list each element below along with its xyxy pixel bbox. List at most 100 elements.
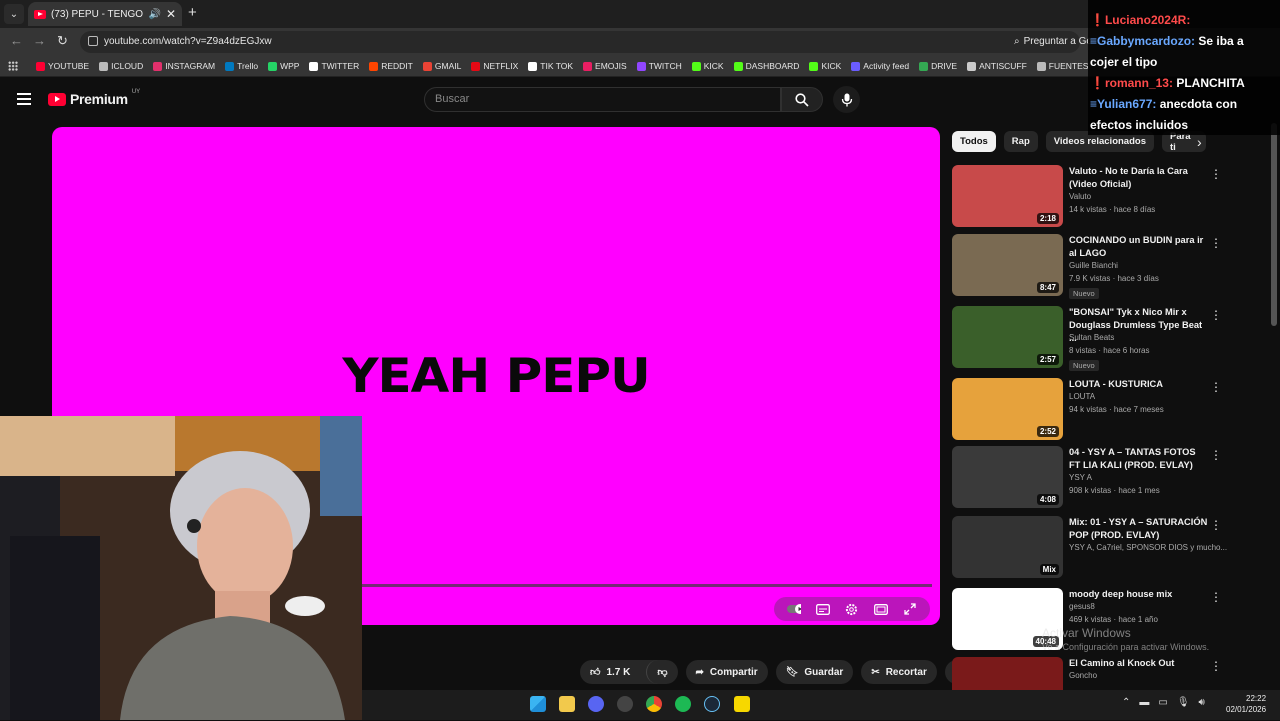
recommended-video[interactable]: Mix Mix: 01 - YSY A – SATURACIÓN POP (PRO… — [952, 516, 1262, 580]
more-vert-icon[interactable]: ⋮ — [1210, 380, 1222, 394]
bookmark-item[interactable]: FUENTES — [1036, 61, 1088, 71]
video-title[interactable]: Mix: 01 - YSY A – SATURACIÓN POP (PROD. … — [1069, 516, 1209, 542]
voice-search-button[interactable] — [833, 86, 860, 113]
video-title[interactable]: 04 - YSY A – TANTAS FOTOS FT LIA KALI (P… — [1069, 446, 1209, 472]
windows-start-icon[interactable] — [530, 696, 546, 712]
bookmark-item[interactable]: Activity feed — [851, 61, 909, 71]
video-title[interactable]: moody deep house mix — [1069, 588, 1209, 601]
video-thumbnail[interactable]: 40:48 — [952, 588, 1063, 650]
subtitles-icon[interactable] — [816, 603, 831, 615]
scrollbar[interactable] — [1271, 123, 1277, 326]
video-thumbnail[interactable]: 2:52 — [952, 378, 1063, 440]
bookmark-item[interactable]: DASHBOARD — [733, 61, 799, 71]
video-title[interactable]: COCINANDO un BUDIN para ir al LAGO — [1069, 234, 1209, 260]
bookmark-item[interactable]: TWITTER — [309, 61, 359, 71]
more-vert-icon[interactable]: ⋮ — [1210, 590, 1222, 604]
video-title[interactable]: Valuto - No te Daría la Cara (Video Ofic… — [1069, 165, 1209, 191]
channel-name[interactable]: LOUTA — [1069, 392, 1095, 401]
video-title[interactable]: El Camino al Knock Out — [1069, 657, 1209, 670]
steam-icon[interactable] — [704, 696, 720, 712]
video-thumbnail[interactable]: 2:57 — [952, 306, 1063, 368]
channel-name[interactable]: Goncho — [1069, 671, 1097, 680]
flag-icon[interactable]: ▬ — [1139, 697, 1149, 708]
chip-rap[interactable]: Rap — [1003, 131, 1038, 152]
settings-gear-icon[interactable] — [845, 603, 859, 615]
bookmark-item[interactable]: KICK — [809, 61, 841, 71]
spotify-icon[interactable] — [675, 696, 691, 712]
bookmark-item[interactable]: YOUTUBE — [36, 61, 89, 71]
reload-icon[interactable]: ↻ — [57, 33, 68, 49]
clock[interactable]: 22:22 02/01/2026 — [1226, 693, 1266, 715]
video-title[interactable]: LOUTA - KUSTURICA — [1069, 378, 1209, 391]
save-button[interactable]: 🔖︎ Guardar — [775, 660, 854, 684]
channel-name[interactable]: YSY A, Ca7riel, SPONSOR DIOS y mucho... — [1069, 543, 1227, 552]
back-icon[interactable]: ← — [10, 33, 23, 48]
recommended-video[interactable]: 4:08 04 - YSY A – TANTAS FOTOS FT LIA KAL… — [952, 446, 1262, 510]
bookmark-item[interactable]: KICK — [691, 61, 724, 71]
channel-name[interactable]: Sultan Beats — [1069, 333, 1114, 342]
discord-icon[interactable] — [588, 696, 604, 712]
channel-name[interactable]: Valuto — [1069, 192, 1091, 201]
bookmark-item[interactable]: ANTISCUFF — [967, 61, 1027, 71]
channel-name[interactable]: gesus8 — [1069, 602, 1095, 611]
apps-grid-icon[interactable] — [8, 61, 18, 71]
dislike-button[interactable]: 👎︎ — [646, 660, 677, 684]
file-explorer-icon[interactable] — [559, 696, 575, 712]
app-icon[interactable] — [617, 696, 633, 712]
bookmark-item[interactable]: DRIVE — [919, 61, 957, 71]
video-thumbnail[interactable]: 4:08 — [952, 446, 1063, 508]
bookmark-item[interactable]: Trello — [225, 61, 258, 71]
video-thumbnail[interactable]: 8:47 — [952, 234, 1063, 296]
new-tab-button[interactable]: + — [188, 4, 197, 21]
volume-icon[interactable]: 🔊︎ — [1199, 697, 1205, 708]
chrome-icon[interactable] — [646, 696, 662, 712]
hamburger-menu-icon[interactable] — [17, 93, 31, 105]
more-vert-icon[interactable]: ⋮ — [1210, 448, 1222, 462]
microphone-tray-icon[interactable]: 🎙︎ — [1177, 697, 1190, 708]
youtube-premium-logo[interactable]: Premium UY — [48, 89, 140, 107]
bookmark-item[interactable]: REDDIT — [369, 61, 413, 71]
bookmark-item[interactable]: TIK TOK — [528, 61, 573, 71]
chip-todos[interactable]: Todos — [952, 131, 996, 152]
recommended-video[interactable]: 2:18 Valuto - No te Daría la Cara (Video … — [952, 165, 1262, 229]
close-tab-icon[interactable]: ✕ — [166, 7, 176, 21]
recommended-video[interactable]: 2:57 "BONSAI" Tyk x Nico Mir x Douglass D… — [952, 306, 1262, 371]
speaker-icon[interactable]: 🔊 — [148, 9, 160, 20]
progress-bar[interactable] — [362, 584, 932, 587]
channel-name[interactable]: YSY A — [1069, 473, 1092, 482]
like-button[interactable]: 👍︎ 1.7 K — [580, 660, 640, 684]
more-vert-icon[interactable]: ⋮ — [1210, 308, 1222, 322]
chevron-right-icon[interactable]: › — [1197, 134, 1202, 150]
search-button[interactable] — [781, 87, 823, 112]
theater-mode-icon[interactable] — [873, 603, 888, 615]
recommended-video[interactable]: 8:47 COCINANDO un BUDIN para ir al LAGO Gu… — [952, 234, 1262, 299]
fullscreen-icon[interactable] — [903, 603, 917, 615]
bookmark-item[interactable]: TWITCH — [636, 61, 682, 71]
forward-icon[interactable]: → — [33, 33, 46, 48]
tab-search-button[interactable]: ⌄ — [4, 4, 24, 24]
bookmark-item[interactable]: EMOJIS — [583, 61, 627, 71]
site-info-icon[interactable] — [88, 36, 98, 46]
autoplay-toggle[interactable] — [787, 603, 802, 615]
bookmark-item[interactable]: GMAIL — [422, 61, 461, 71]
video-thumbnail[interactable]: Mix — [952, 516, 1063, 578]
recommended-video[interactable]: 2:52 LOUTA - KUSTURICA LOUTA 94 k vistas · … — [952, 378, 1262, 442]
share-button[interactable]: ➦ Compartir — [685, 660, 768, 684]
bookmark-item[interactable]: ICLOUD — [99, 61, 143, 71]
bookmark-item[interactable]: WPP — [268, 61, 299, 71]
network-icon[interactable]: ▭ — [1158, 697, 1167, 708]
bookmark-item[interactable]: NETFLIX — [471, 61, 518, 71]
channel-name[interactable]: Guille Bianchi — [1069, 261, 1118, 270]
url-text[interactable]: youtube.com/watch?v=Z9a4dzEGJxw — [104, 36, 272, 47]
more-vert-icon[interactable]: ⋮ — [1210, 659, 1222, 673]
more-vert-icon[interactable]: ⋮ — [1210, 236, 1222, 250]
chevron-up-icon[interactable]: ⌃ — [1122, 697, 1130, 708]
active-tab[interactable]: (73) PEPU - TENGO UN FEE 🔊 ✕ — [28, 2, 182, 26]
sticky-notes-icon[interactable] — [734, 696, 750, 712]
ask-google-button[interactable]: ⌕ Preguntar a Go — [1014, 36, 1092, 47]
more-vert-icon[interactable]: ⋮ — [1210, 167, 1222, 181]
search-input[interactable]: Buscar — [424, 87, 781, 112]
video-thumbnail[interactable]: 2:18 — [952, 165, 1063, 227]
clip-button[interactable]: ✂ Recortar — [861, 660, 937, 684]
url-field[interactable]: youtube.com/watch?v=Z9a4dzEGJxw — [80, 31, 1080, 53]
